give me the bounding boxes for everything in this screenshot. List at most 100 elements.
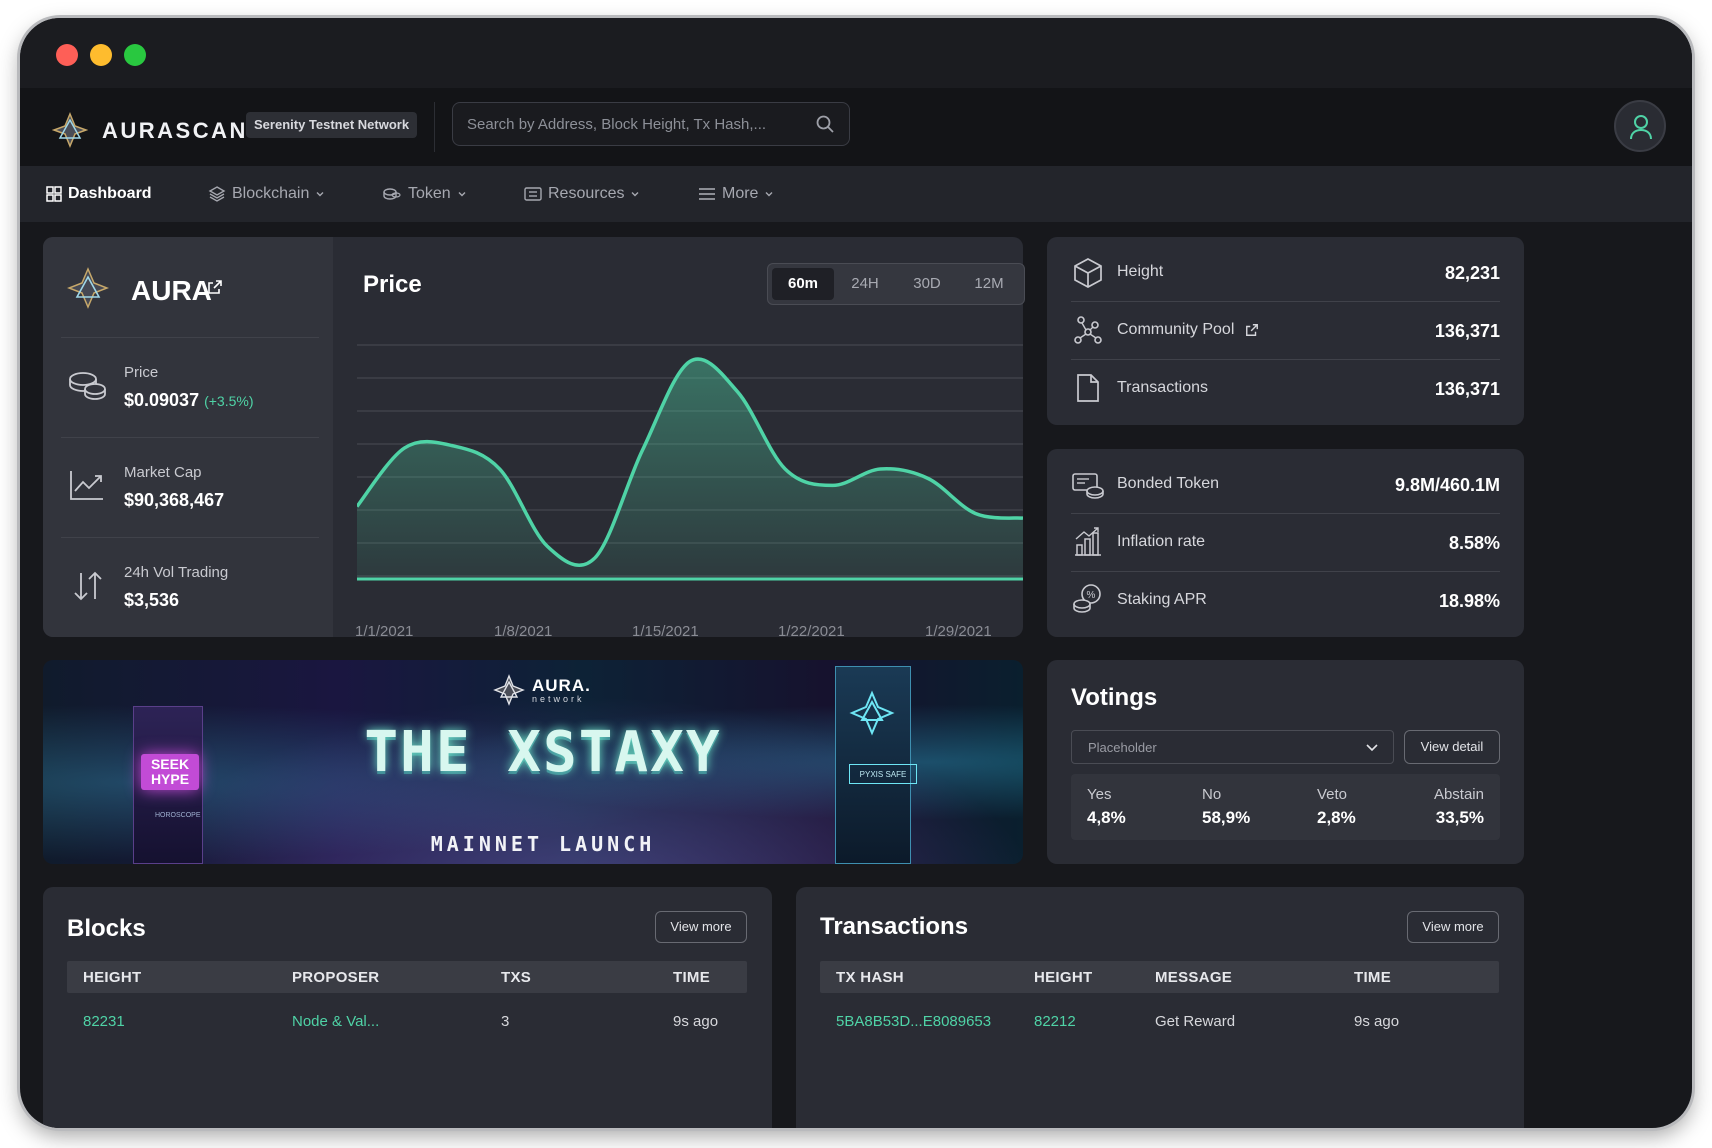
column-header[interactable]: HEIGHT	[1034, 969, 1092, 986]
tab-24h[interactable]: 24H	[834, 268, 896, 300]
blocks-view-more-button[interactable]: View more	[655, 911, 747, 943]
nav-token-label: Token	[408, 185, 451, 202]
vote-no-label: No	[1202, 786, 1222, 803]
tx-hash-link[interactable]: 5BA8B53D...E8089653	[836, 1013, 991, 1030]
banner-headline: THE XSTAXY	[364, 720, 722, 785]
votings-card: Votings Placeholder View detail Yes 4,8%…	[1047, 660, 1524, 864]
banner-subheadline: MAINNET LAUNCH	[430, 832, 656, 856]
column-header[interactable]: PROPOSER	[292, 969, 379, 986]
blocks-card: Blocks View more HEIGHT PROPOSER TXS TIM…	[43, 887, 772, 1128]
horoscope-sign: HOROSCOPE	[155, 812, 201, 819]
nav-more[interactable]: More	[698, 166, 774, 222]
nav-more-label: More	[722, 185, 759, 202]
staking-icon: %	[1073, 584, 1101, 613]
price-label: Price	[124, 364, 159, 381]
svg-text:%: %	[1087, 590, 1096, 601]
tx-time: 9s ago	[1354, 1013, 1400, 1030]
tab-12m[interactable]: 12M	[958, 268, 1020, 300]
height-value: 82,231	[1444, 263, 1500, 283]
block-height-link[interactable]: 82231	[83, 1013, 125, 1030]
brand-name[interactable]: AURASCAN	[102, 118, 248, 144]
price-chart	[357, 344, 1023, 581]
search-icon[interactable]	[815, 114, 835, 134]
user-avatar-button[interactable]	[1614, 100, 1666, 152]
divider	[61, 437, 319, 438]
column-header[interactable]: TIME	[1354, 969, 1391, 986]
vote-abstain-value: 33,5%	[1435, 808, 1484, 827]
external-link-icon[interactable]	[1245, 323, 1259, 337]
tx-height-link[interactable]: 82212	[1034, 1013, 1076, 1030]
search-input[interactable]	[467, 103, 807, 145]
divider	[61, 537, 319, 538]
x-tick-label: 1/15/2021	[632, 623, 699, 640]
layers-icon	[208, 186, 226, 202]
search-box	[452, 102, 850, 146]
chevron-down-icon	[316, 192, 324, 197]
aura-logo-icon[interactable]	[52, 112, 88, 148]
column-header[interactable]: HEIGHT	[83, 969, 141, 986]
nav-dashboard[interactable]: Dashboard	[46, 166, 152, 222]
trend-chart-icon	[70, 471, 103, 500]
tab-60m[interactable]: 60m	[772, 268, 834, 300]
menu-icon	[699, 188, 715, 200]
time-range-tabs: 60m 24H 30D 12M	[767, 263, 1025, 305]
bonded-token-value: 9.8M/460.1M	[1394, 475, 1500, 495]
nav-resources[interactable]: Resources	[524, 166, 640, 222]
aura-tower-logo-icon	[849, 690, 895, 736]
blocks-title: Blocks	[67, 915, 146, 942]
votings-title: Votings	[1071, 684, 1158, 711]
proposer-link[interactable]: Node & Val...	[292, 1013, 379, 1030]
block-txs: 3	[501, 1013, 510, 1030]
proposal-select-value: Placeholder	[1088, 740, 1157, 755]
mainnet-launch-banner[interactable]: SEEK HYPE HOROSCOPE PYXIS SAFE AURA. net…	[43, 660, 1023, 864]
aura-token-icon	[67, 267, 109, 309]
bar-chart-icon	[1075, 527, 1101, 556]
minimize-window-button[interactable]	[90, 44, 112, 66]
market-cap-label: Market Cap	[124, 464, 202, 481]
resources-icon	[524, 187, 542, 201]
proposal-select[interactable]: Placeholder	[1071, 730, 1394, 764]
vote-yes-label: Yes	[1087, 786, 1112, 803]
staking-stats-card: Bonded Token 9.8M/460.1M Inflation rate …	[1047, 449, 1524, 637]
seek-hype-sign: SEEK HYPE	[141, 754, 199, 790]
network-badge: Serenity Testnet Network	[246, 112, 418, 138]
close-window-button[interactable]	[56, 44, 78, 66]
blocks-table-header: HEIGHT PROPOSER TXS TIME	[67, 961, 747, 993]
vote-veto-value: 2,8%	[1317, 808, 1356, 827]
transactions-value: 136,371	[1434, 379, 1500, 399]
column-header[interactable]: TXS	[501, 969, 531, 986]
block-time: 9s ago	[673, 1013, 719, 1030]
main-nav: Dashboard Blockchain Token Resources Mor…	[20, 166, 1692, 222]
tab-30d[interactable]: 30D	[896, 268, 958, 300]
column-header[interactable]: TX HASH	[836, 969, 904, 986]
nav-token[interactable]: Token	[382, 166, 467, 222]
column-header[interactable]: MESSAGE	[1155, 969, 1232, 986]
transactions-table-header: TX HASH HEIGHT MESSAGE TIME	[820, 961, 1499, 993]
vote-yes-value: 4,8%	[1087, 808, 1126, 827]
token-info-panel: AURA Price $0.09037 (+3.5%) Market Cap $…	[43, 237, 333, 637]
price-value: $0.09037 (+3.5%)	[124, 390, 254, 411]
maximize-window-button[interactable]	[124, 44, 146, 66]
transactions-label: Transactions	[1117, 379, 1208, 396]
token-name: AURA	[131, 275, 212, 306]
divider	[1071, 513, 1500, 514]
view-detail-button[interactable]: View detail	[1404, 730, 1500, 764]
cube-icon	[1074, 258, 1102, 288]
price-card: AURA Price $0.09037 (+3.5%) Market Cap $…	[43, 237, 1025, 640]
height-label: Height	[1117, 263, 1164, 280]
divider	[1071, 301, 1500, 302]
vote-veto-label: Veto	[1317, 786, 1348, 803]
nav-blockchain[interactable]: Blockchain	[208, 166, 325, 222]
volume-value: $3,536	[124, 590, 180, 610]
transactions-view-more-button[interactable]: View more	[1407, 911, 1499, 943]
coins-icon	[69, 372, 106, 400]
vote-abstain-label: Abstain	[1433, 786, 1484, 803]
chevron-down-icon	[458, 192, 466, 197]
nav-resources-label: Resources	[548, 185, 625, 202]
column-header[interactable]: TIME	[673, 969, 710, 986]
divider	[61, 337, 319, 338]
chevron-down-icon	[631, 192, 639, 197]
inflation-rate-label: Inflation rate	[1117, 533, 1206, 550]
external-link-icon[interactable]	[207, 279, 223, 295]
x-tick-label: 1/1/2021	[355, 623, 414, 640]
